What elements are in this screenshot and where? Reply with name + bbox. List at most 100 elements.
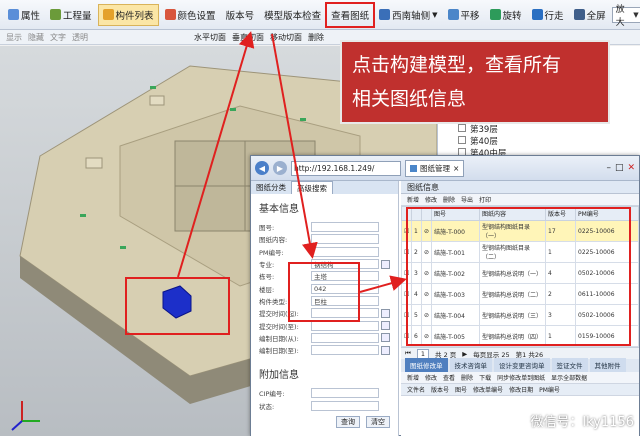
instruction-callout: 点击构建模型，查看所有 相关图纸信息 (340, 40, 610, 124)
component-list-button[interactable]: 构件列表 (97, 3, 159, 26)
bottom-toolbar: 新增 修改 查看 删除 下载 同步修改单到图纸 显示全部数据 (401, 372, 639, 384)
move-section-button[interactable]: 移动切面 (270, 32, 302, 43)
main-toolbar: 属性 工程量 构件列表 颜色设置 版本号 模型版本检查 查看图纸 西南轴侧 ▼ 平… (0, 0, 640, 30)
model-version-check-button[interactable]: 模型版本检查 (260, 4, 325, 26)
back-icon[interactable]: ◀ (255, 161, 269, 175)
compile-date-from-field[interactable] (311, 332, 379, 343)
fullscreen-button[interactable]: 全屏 (570, 4, 610, 26)
pan-icon (447, 9, 459, 20)
show-item[interactable]: 显示 (6, 32, 22, 43)
highlight-properties (288, 262, 360, 322)
close-window-icon[interactable]: ✕ (627, 163, 635, 173)
status-field[interactable] (311, 400, 379, 411)
calendar-icon[interactable] (381, 321, 390, 331)
add-button[interactable]: 新增 (407, 373, 419, 382)
forward-icon[interactable]: ▶ (273, 161, 287, 175)
rotate-icon (489, 9, 501, 20)
tab-tech-inquiry[interactable]: 技术咨询单 (449, 358, 492, 372)
maximize-icon[interactable]: □ (615, 163, 624, 173)
pm-number-field[interactable] (311, 246, 379, 257)
zoom-select[interactable]: 放大 (611, 5, 640, 28)
form-tabs: 图纸分类 高级搜索 (251, 181, 398, 194)
quantity-button[interactable]: 工程量 (46, 4, 96, 26)
tab-drawing-category[interactable]: 图纸分类 (251, 181, 291, 194)
view-drawings-button[interactable]: 查看图纸 (325, 1, 376, 28)
window-controls: – □ ✕ (606, 163, 635, 173)
drawing-content-field[interactable] (311, 234, 379, 245)
field-row: 状态: (251, 400, 398, 412)
tree-item[interactable]: 第40层 (458, 136, 640, 148)
tab-design-change[interactable]: 设计变更咨询单 (494, 358, 550, 372)
extra-info-title: 附加信息 (259, 370, 299, 382)
minimize-icon[interactable]: – (606, 163, 611, 173)
text-item[interactable]: 文字 (50, 32, 66, 43)
delete-button[interactable]: 删除 (461, 373, 473, 382)
version-button[interactable]: 版本号 (222, 4, 259, 26)
close-icon[interactable]: × (453, 164, 459, 173)
watermark: 微信号：lky1156 (530, 415, 634, 430)
page-input[interactable]: 1 (416, 348, 429, 359)
add-button[interactable]: 新增 (407, 195, 419, 204)
calendar-icon[interactable] (381, 345, 390, 355)
show-all-button[interactable]: 显示全部数据 (551, 373, 587, 382)
dropdown-icon[interactable] (381, 259, 390, 269)
tree-item[interactable]: 第39层 (458, 124, 640, 136)
drawing-number-field[interactable] (311, 222, 379, 233)
field-row: 编制日期(至): (251, 344, 398, 356)
properties-button[interactable]: 属性 (4, 4, 44, 26)
rotate-button[interactable]: 旋转 (486, 4, 526, 26)
properties-icon (8, 9, 19, 20)
table-toolbar: 新增 修改 删除 导出 打印 (401, 194, 639, 206)
calendar-icon[interactable] (381, 308, 390, 318)
field-row: CIP编号: (251, 387, 398, 399)
print-button[interactable]: 打印 (479, 195, 491, 204)
edit-button[interactable]: 修改 (425, 373, 437, 382)
palette-icon (164, 9, 176, 20)
calendar-icon[interactable] (381, 333, 390, 343)
transparent-item[interactable]: 透明 (72, 32, 88, 43)
cip-number-field[interactable] (311, 388, 379, 399)
list-icon (102, 9, 114, 20)
vertical-section-button[interactable]: 垂直切面 (232, 32, 264, 43)
tab-other-attachments[interactable]: 其他附件 (589, 358, 626, 372)
field-row: 编制日期(从): (251, 332, 398, 344)
clear-button[interactable]: 清空 (366, 415, 390, 428)
page-icon (410, 164, 417, 172)
per-page-select[interactable]: 每页显示 25 (473, 349, 509, 359)
sync-button[interactable]: 同步修改单到图纸 (497, 373, 545, 382)
bottom-table-header: 文件名 版本号 图号 修改单编号 修改日期 PM编号 (401, 384, 639, 396)
pan-button[interactable]: 平移 (444, 4, 484, 26)
walk-icon (531, 9, 543, 20)
horizontal-section-button[interactable]: 水平切面 (194, 32, 226, 43)
download-button[interactable]: 下载 (479, 373, 491, 382)
first-page-icon[interactable]: ⏮ (405, 349, 411, 358)
highlight-selected-column (125, 277, 230, 335)
browser-tab[interactable]: 图纸管理 × (405, 159, 465, 177)
browser-toolbar: ◀ ▶ http://192.168.1.249/ 图纸管理 × – □ ✕ (251, 156, 639, 181)
tab-change-notice[interactable]: 图纸修改单 (405, 358, 448, 372)
fullscreen-icon (573, 9, 585, 20)
edit-button[interactable]: 修改 (425, 195, 437, 204)
address-bar[interactable]: http://192.168.1.249/ (291, 160, 401, 176)
tab-visa-file[interactable]: 签证文件 (551, 358, 588, 372)
color-settings-button[interactable]: 颜色设置 (161, 4, 220, 26)
field-row: PM编号: (251, 246, 398, 258)
query-button[interactable]: 查询 (336, 415, 360, 428)
bottom-tabs: 图纸修改单 技术咨询单 设计变更咨询单 签证文件 其他附件 (401, 358, 639, 372)
hide-item[interactable]: 隐藏 (28, 32, 44, 43)
highlight-drawing-table (406, 207, 631, 346)
export-button[interactable]: 导出 (461, 195, 473, 204)
walk-button[interactable]: 行走 (528, 4, 568, 26)
axis-icon (379, 9, 391, 20)
delete-section-button[interactable]: 删除 (308, 32, 324, 43)
compile-date-to-field[interactable] (311, 345, 379, 356)
basic-info-title: 基本信息 (259, 204, 299, 215)
chevron-down-icon: ▼ (432, 10, 438, 19)
quantity-icon (50, 9, 62, 20)
tab-advanced-search[interactable]: 高级搜索 (291, 181, 333, 194)
submit-time-to-field[interactable] (311, 320, 379, 331)
delete-button[interactable]: 删除 (443, 195, 455, 204)
next-page-icon[interactable]: ▶ (462, 350, 467, 358)
view-button[interactable]: 查看 (443, 373, 455, 382)
southwest-axis-button[interactable]: 西南轴侧 ▼ (375, 4, 441, 26)
